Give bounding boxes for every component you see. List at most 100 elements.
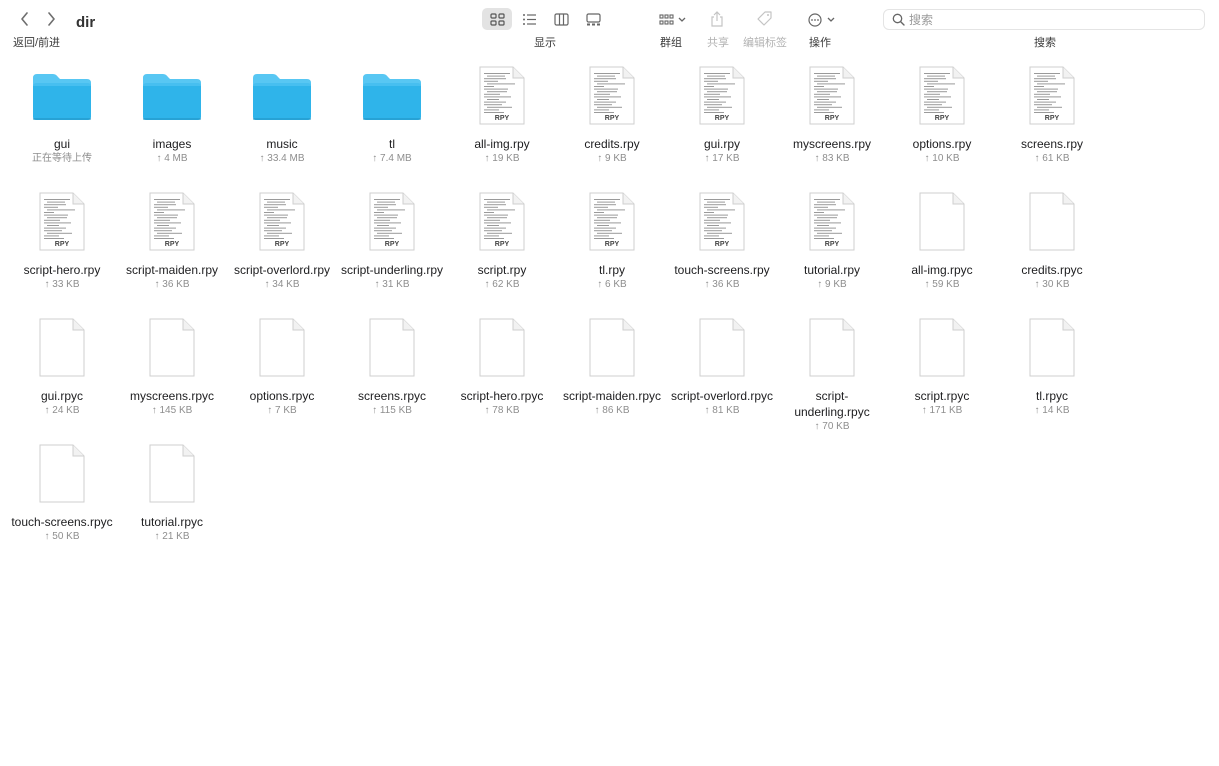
file-type-badge: RPY <box>825 115 840 122</box>
file-item[interactable]: RPY all-img.rpy ↑ 19 KB <box>447 62 557 188</box>
grid-view-icon <box>489 12 505 26</box>
toolbar: dir 返回/前进 显示 群组 共享 编辑标签 操作 搜索 <box>0 0 1219 56</box>
file-item[interactable]: RPY touch-screens.rpy ↑ 36 KB <box>667 188 777 314</box>
file-item[interactable]: options.rpyc ↑ 7 KB <box>227 314 337 440</box>
rpy-document-icon: RPY <box>887 62 997 130</box>
share-caption: 共享 <box>707 37 729 49</box>
folder-item[interactable]: gui 正在等待上传 <box>7 62 117 188</box>
file-type-badge: RPY <box>495 241 510 248</box>
file-item[interactable]: gui.rpyc ↑ 24 KB <box>7 314 117 440</box>
file-item[interactable]: RPY myscreens.rpy ↑ 83 KB <box>777 62 887 188</box>
tag-icon <box>757 11 772 26</box>
upload-status: ↑ 7 KB <box>267 405 297 416</box>
upload-status: ↑ 17 KB <box>704 153 740 164</box>
file-type-badge: RPY <box>495 115 510 122</box>
file-item[interactable]: RPY script-hero.rpy ↑ 33 KB <box>7 188 117 314</box>
file-name: myscreens.rpy <box>792 137 872 151</box>
upload-status: ↑ 59 KB <box>924 279 960 290</box>
folder-item[interactable]: tl ↑ 7.4 MB <box>337 62 447 188</box>
file-name: touch-screens.rpyc <box>11 515 113 529</box>
rpy-document-icon: RPY <box>557 62 667 130</box>
file-item[interactable]: RPY tutorial.rpy ↑ 9 KB <box>777 188 887 314</box>
list-view-button[interactable] <box>514 8 544 30</box>
share-button[interactable] <box>708 9 726 29</box>
edit-tags-button[interactable] <box>755 9 775 29</box>
share-icon <box>711 11 723 27</box>
column-view-icon <box>553 12 569 26</box>
file-item[interactable]: script.rpyc ↑ 171 KB <box>887 314 997 440</box>
group-button[interactable] <box>655 10 689 30</box>
file-item[interactable]: screens.rpyc ↑ 115 KB <box>337 314 447 440</box>
file-item[interactable]: tl.rpyc ↑ 14 KB <box>997 314 1107 440</box>
rpy-document-icon: RPY <box>117 188 227 256</box>
rpy-document-icon: RPY <box>447 62 557 130</box>
file-item[interactable]: RPY script.rpy ↑ 62 KB <box>447 188 557 314</box>
blank-document-icon <box>667 314 777 382</box>
file-item[interactable]: script-maiden.rpyc ↑ 86 KB <box>557 314 667 440</box>
folder-item[interactable]: music ↑ 33.4 MB <box>227 62 337 188</box>
rpy-document-icon: RPY <box>777 188 887 256</box>
file-name: options.rpy <box>912 137 972 151</box>
upload-status: ↑ 9 KB <box>597 153 627 164</box>
upload-status: ↑ 145 KB <box>151 405 193 416</box>
file-name: images <box>152 137 192 151</box>
gallery-view-button[interactable] <box>578 8 608 30</box>
folder-item[interactable]: images ↑ 4 MB <box>117 62 227 188</box>
upload-status: ↑ 78 KB <box>484 405 520 416</box>
search-input[interactable] <box>909 11 1199 28</box>
blank-document-icon <box>997 314 1107 382</box>
search-field[interactable] <box>883 9 1205 30</box>
file-name: music <box>266 137 298 151</box>
rpy-document-icon: RPY <box>337 188 447 256</box>
upload-status: ↑ 24 KB <box>44 405 80 416</box>
file-name: touch-screens.rpy <box>674 263 770 277</box>
file-type-badge: RPY <box>165 241 180 248</box>
file-type-badge: RPY <box>1045 115 1060 122</box>
file-item[interactable]: RPY script-overlord.rpy ↑ 34 KB <box>227 188 337 314</box>
file-name: gui <box>53 137 70 151</box>
upload-status: ↑ 36 KB <box>154 279 190 290</box>
forward-button[interactable] <box>40 8 62 30</box>
upload-status: ↑ 62 KB <box>484 279 520 290</box>
file-item[interactable]: RPY script-underling.rpy ↑ 31 KB <box>337 188 447 314</box>
file-name: script-overlord.rpy <box>233 263 331 277</box>
rpy-document-icon: RPY <box>7 188 117 256</box>
file-item[interactable]: script-overlord.rpyc ↑ 81 KB <box>667 314 777 440</box>
group-caption: 群组 <box>660 37 682 49</box>
action-button[interactable] <box>806 10 838 30</box>
file-item[interactable]: RPY screens.rpy ↑ 61 KB <box>997 62 1107 188</box>
blank-document-icon <box>337 314 447 382</box>
file-type-badge: RPY <box>605 115 620 122</box>
file-type-badge: RPY <box>55 241 70 248</box>
file-name: script-underling.rpy <box>340 263 444 277</box>
file-item[interactable]: touch-screens.rpyc ↑ 50 KB <box>7 440 117 566</box>
file-name: tl.rpyc <box>1035 389 1068 403</box>
rpy-document-icon: RPY <box>227 188 337 256</box>
file-item[interactable]: myscreens.rpyc ↑ 145 KB <box>117 314 227 440</box>
file-item[interactable]: all-img.rpyc ↑ 59 KB <box>887 188 997 314</box>
blank-document-icon <box>7 314 117 382</box>
list-view-icon <box>522 13 536 25</box>
file-item[interactable]: RPY tl.rpy ↑ 6 KB <box>557 188 667 314</box>
file-grid: gui 正在等待上传 images ↑ 4 MB music ↑ 33.4 MB tl ↑ 7… <box>7 62 1117 566</box>
file-name: credits.rpyc <box>1021 263 1083 277</box>
view-caption: 显示 <box>534 37 556 49</box>
file-name: script-maiden.rpy <box>125 263 219 277</box>
file-item[interactable]: RPY gui.rpy ↑ 17 KB <box>667 62 777 188</box>
file-type-badge: RPY <box>385 241 400 248</box>
file-name: script.rpy <box>477 263 527 277</box>
back-button[interactable] <box>14 8 36 30</box>
file-item[interactable]: RPY options.rpy ↑ 10 KB <box>887 62 997 188</box>
file-item[interactable]: RPY credits.rpy ↑ 9 KB <box>557 62 667 188</box>
column-view-button[interactable] <box>546 8 576 30</box>
file-item[interactable]: tutorial.rpyc ↑ 21 KB <box>117 440 227 566</box>
file-item[interactable]: RPY script-maiden.rpy ↑ 36 KB <box>117 188 227 314</box>
file-item[interactable]: script-hero.rpyc ↑ 78 KB <box>447 314 557 440</box>
file-name: tutorial.rpyc <box>140 515 204 529</box>
file-name: script-underling.rpyc <box>794 389 870 419</box>
file-item[interactable]: credits.rpyc ↑ 30 KB <box>997 188 1107 314</box>
blank-document-icon <box>997 188 1107 256</box>
blank-document-icon <box>887 314 997 382</box>
file-item[interactable]: script-underling.rpyc ↑ 70 KB <box>777 314 887 440</box>
icon-view-button[interactable] <box>482 8 512 30</box>
